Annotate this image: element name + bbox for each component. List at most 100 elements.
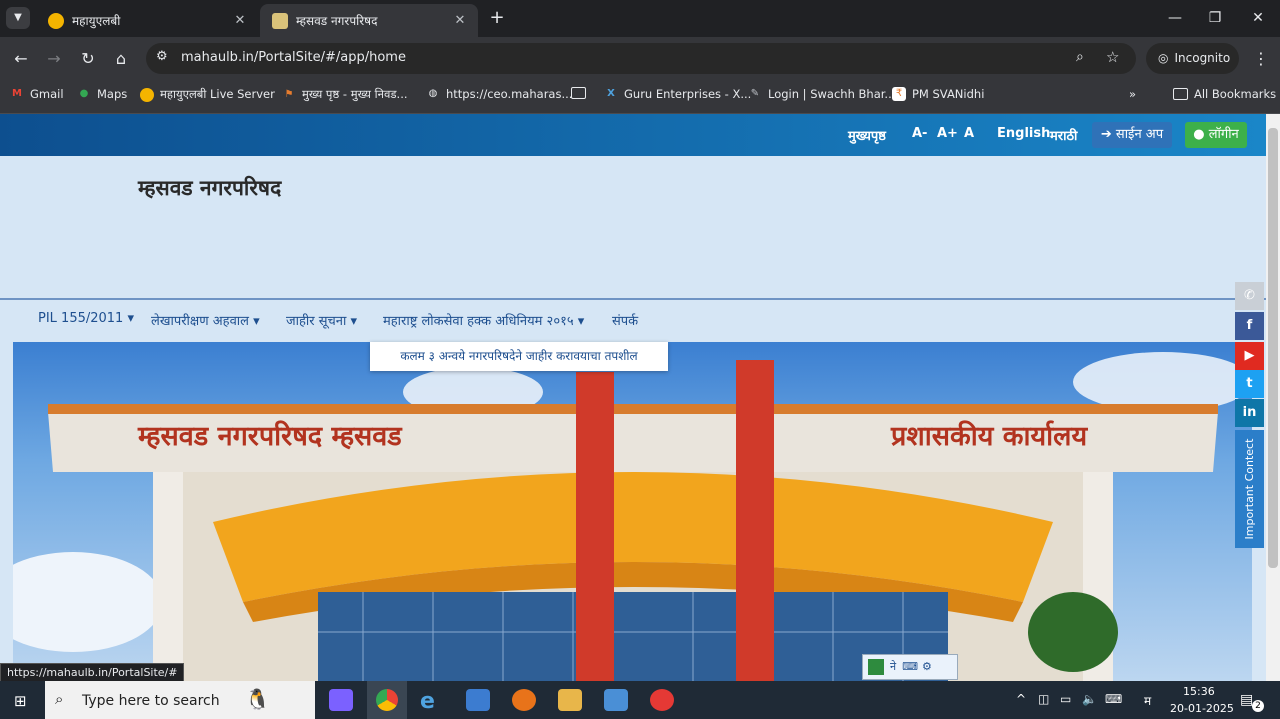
close-window-button[interactable]: ✕ <box>1243 6 1273 30</box>
windows-start-icon[interactable]: ⊞ <box>14 692 27 710</box>
important-contact-label: Important Contect <box>1243 438 1256 540</box>
site-title: म्हसवड नगरपरिषद <box>138 176 282 200</box>
home-icon[interactable]: ⌂ <box>110 48 132 70</box>
keyboard-icon[interactable]: ⌨ <box>902 660 918 673</box>
zoom-icon[interactable]: ⌕ <box>1076 49 1084 65</box>
ime-lang: ने <box>890 660 897 673</box>
flag-icon: ⚑ <box>284 88 294 100</box>
address-bar[interactable]: ⚙ mahaulb.in/PortalSite/#/app/home ⌕ ☆ <box>146 43 1136 74</box>
dropdown-menu-item[interactable]: कलम ३ अन्वये नगरपरिषदेने जाहीर करावयाचा … <box>370 342 668 371</box>
input-lang[interactable]: म <box>1144 692 1151 709</box>
page-favicon-icon <box>272 12 288 29</box>
bookmark-svanidhi[interactable]: ₹ PM SVANidhi <box>892 87 984 101</box>
file-explorer-icon[interactable] <box>558 689 582 711</box>
site-topbar: मुख्यपृष्ठ A- A+ A English मराठी ➔ साईन … <box>0 114 1266 156</box>
photos-icon[interactable] <box>604 689 628 711</box>
maps-icon: ● <box>79 88 89 99</box>
firefox-icon[interactable] <box>512 689 536 711</box>
bookmark-swachh[interactable]: ✎ Login | Swachh Bhar... <box>748 87 896 101</box>
keyboard-tray-icon[interactable]: ⌨ <box>1105 692 1122 706</box>
bookmark-ceo[interactable]: ◍ https://ceo.maharas... <box>426 87 573 101</box>
tab-search-button[interactable]: ▼ <box>6 7 30 29</box>
url-text[interactable]: mahaulb.in/PortalSite/#/app/home <box>181 50 406 65</box>
tab-mhaswad[interactable]: म्हसवड नगरपरिषद ✕ <box>260 4 478 37</box>
twitter-icon[interactable]: t <box>1235 370 1264 398</box>
site-info-icon[interactable]: ⚙ <box>156 49 168 64</box>
volume-icon[interactable]: 🔈 <box>1082 692 1097 706</box>
forward-icon[interactable]: → <box>43 48 65 70</box>
tab-title: महायुएलबी <box>72 14 121 28</box>
site-header: म्हसवड नगरपरिषद <box>0 156 1266 300</box>
store-icon[interactable] <box>466 689 490 711</box>
menu-pil[interactable]: PIL 155/2011 ▾ <box>38 311 134 326</box>
bookmark-label: Maps <box>97 87 128 101</box>
windows-taskbar: ⊞ ⌕ Type here to search 🐧 e ^ ◫ ▭ 🔈 ⌨ म … <box>0 681 1280 719</box>
taskbar-search[interactable]: ⌕ Type here to search 🐧 <box>45 681 315 719</box>
wps-icon[interactable] <box>650 689 674 711</box>
clock-time[interactable]: 15:36 <box>1183 685 1215 698</box>
menu-public-notice[interactable]: जाहीर सूचना ▾ <box>286 311 357 329</box>
login-label: लॉगीन <box>1208 127 1239 142</box>
copilot-icon[interactable] <box>329 689 353 711</box>
settings-icon[interactable]: ⚙ <box>922 660 932 673</box>
important-contact-tab[interactable]: Important Contect <box>1235 430 1264 548</box>
page-content: मुख्यपृष्ठ A- A+ A English मराठी ➔ साईन … <box>0 114 1266 681</box>
font-increase-button[interactable]: A+ <box>937 126 958 141</box>
back-icon[interactable]: ← <box>10 48 32 70</box>
ie-icon[interactable]: e <box>420 689 444 714</box>
close-tab-icon[interactable]: ✕ <box>230 13 250 28</box>
menu-contact[interactable]: संपर्क <box>612 311 638 329</box>
maximize-button[interactable]: ❐ <box>1200 6 1230 30</box>
english-link[interactable]: English <box>997 126 1050 141</box>
bookmark-maps[interactable]: ● Maps <box>77 87 128 101</box>
status-url: https://mahaulb.in/PortalSite/# <box>0 663 185 683</box>
bookmark-star-icon[interactable]: ☆ <box>1106 48 1119 66</box>
home-link[interactable]: मुख्यपृष्ठ <box>848 126 886 144</box>
phone-icon[interactable]: ✆ <box>1235 282 1264 310</box>
clock-date[interactable]: 20-01-2025 <box>1170 702 1234 715</box>
ime-toolbar[interactable]: ने ⌨ ⚙ <box>862 654 958 680</box>
main-menu: PIL 155/2011 ▾ लेखापरीक्षण अहवाल ▾ जाहीर… <box>0 300 1266 340</box>
font-decrease-button[interactable]: A- <box>912 126 927 141</box>
banner-sign-right: प्रशासकीय कार्यालय <box>891 421 1088 452</box>
linkedin-icon[interactable]: in <box>1235 399 1264 427</box>
chrome-taskbar-button[interactable] <box>367 681 407 719</box>
x-icon: X <box>607 88 615 99</box>
bookmark-mahaulb[interactable]: महायुएलबी Live Server <box>140 87 275 102</box>
meet-icon[interactable]: ◫ <box>1038 692 1049 706</box>
reload-icon[interactable]: ↻ <box>77 48 99 70</box>
incognito-indicator[interactable]: ◎ Incognito <box>1146 43 1239 74</box>
bookmark-label: PM SVANidhi <box>912 87 985 101</box>
incognito-icon: ◎ <box>1158 51 1169 65</box>
youtube-icon[interactable]: ▶ <box>1235 342 1264 370</box>
minimize-button[interactable]: — <box>1160 6 1190 30</box>
banner-building-image: म्हसवड नगरपरिषद म्हसवड प्रशासकीय कार्याल… <box>13 342 1252 681</box>
tray-overflow-icon[interactable]: ^ <box>1016 692 1026 706</box>
bookmark-mukhya[interactable]: ⚑ मुख्य पृष्ठ - मुख्य निवड... <box>282 87 408 102</box>
font-reset-button[interactable]: A <box>964 126 974 141</box>
new-tab-button[interactable]: + <box>486 7 508 29</box>
bookmark-label: Gmail <box>30 87 64 101</box>
mahaulb-icon <box>140 87 154 102</box>
menu-icon[interactable]: ⋮ <box>1250 48 1272 70</box>
scrollbar-thumb[interactable] <box>1268 128 1278 568</box>
network-icon[interactable]: ▭ <box>1060 692 1071 706</box>
tab-mahaulb[interactable]: महायुएलबी ✕ <box>36 4 258 37</box>
folder-icon <box>1173 88 1188 100</box>
close-tab-icon[interactable]: ✕ <box>450 13 470 28</box>
facebook-icon[interactable]: f <box>1235 312 1264 340</box>
menu-audit-report[interactable]: लेखापरीक्षण अहवाल ▾ <box>151 311 260 329</box>
all-bookmarks-label: All Bookmarks <box>1194 87 1277 101</box>
all-bookmarks[interactable]: All Bookmarks <box>1173 87 1276 101</box>
marathi-link[interactable]: मराठी <box>1050 126 1077 144</box>
signup-button[interactable]: ➔ साईन अप <box>1092 122 1172 148</box>
notification-count: 2 <box>1252 700 1264 712</box>
search-placeholder: Type here to search <box>82 693 220 709</box>
bookmark-guru[interactable]: X Guru Enterprises - X... <box>604 87 751 101</box>
bookmark-folder[interactable] <box>571 87 592 99</box>
more-bookmarks-button[interactable]: » <box>1129 87 1136 101</box>
bookmark-gmail[interactable]: M Gmail <box>10 87 64 101</box>
menu-public-service-act[interactable]: महाराष्ट्र लोकसेवा हक्क अधिनियम २०१५ ▾ <box>383 311 584 329</box>
bookmark-label: Login | Swachh Bhar... <box>768 87 896 101</box>
login-button[interactable]: ● लॉगीन <box>1185 122 1247 148</box>
